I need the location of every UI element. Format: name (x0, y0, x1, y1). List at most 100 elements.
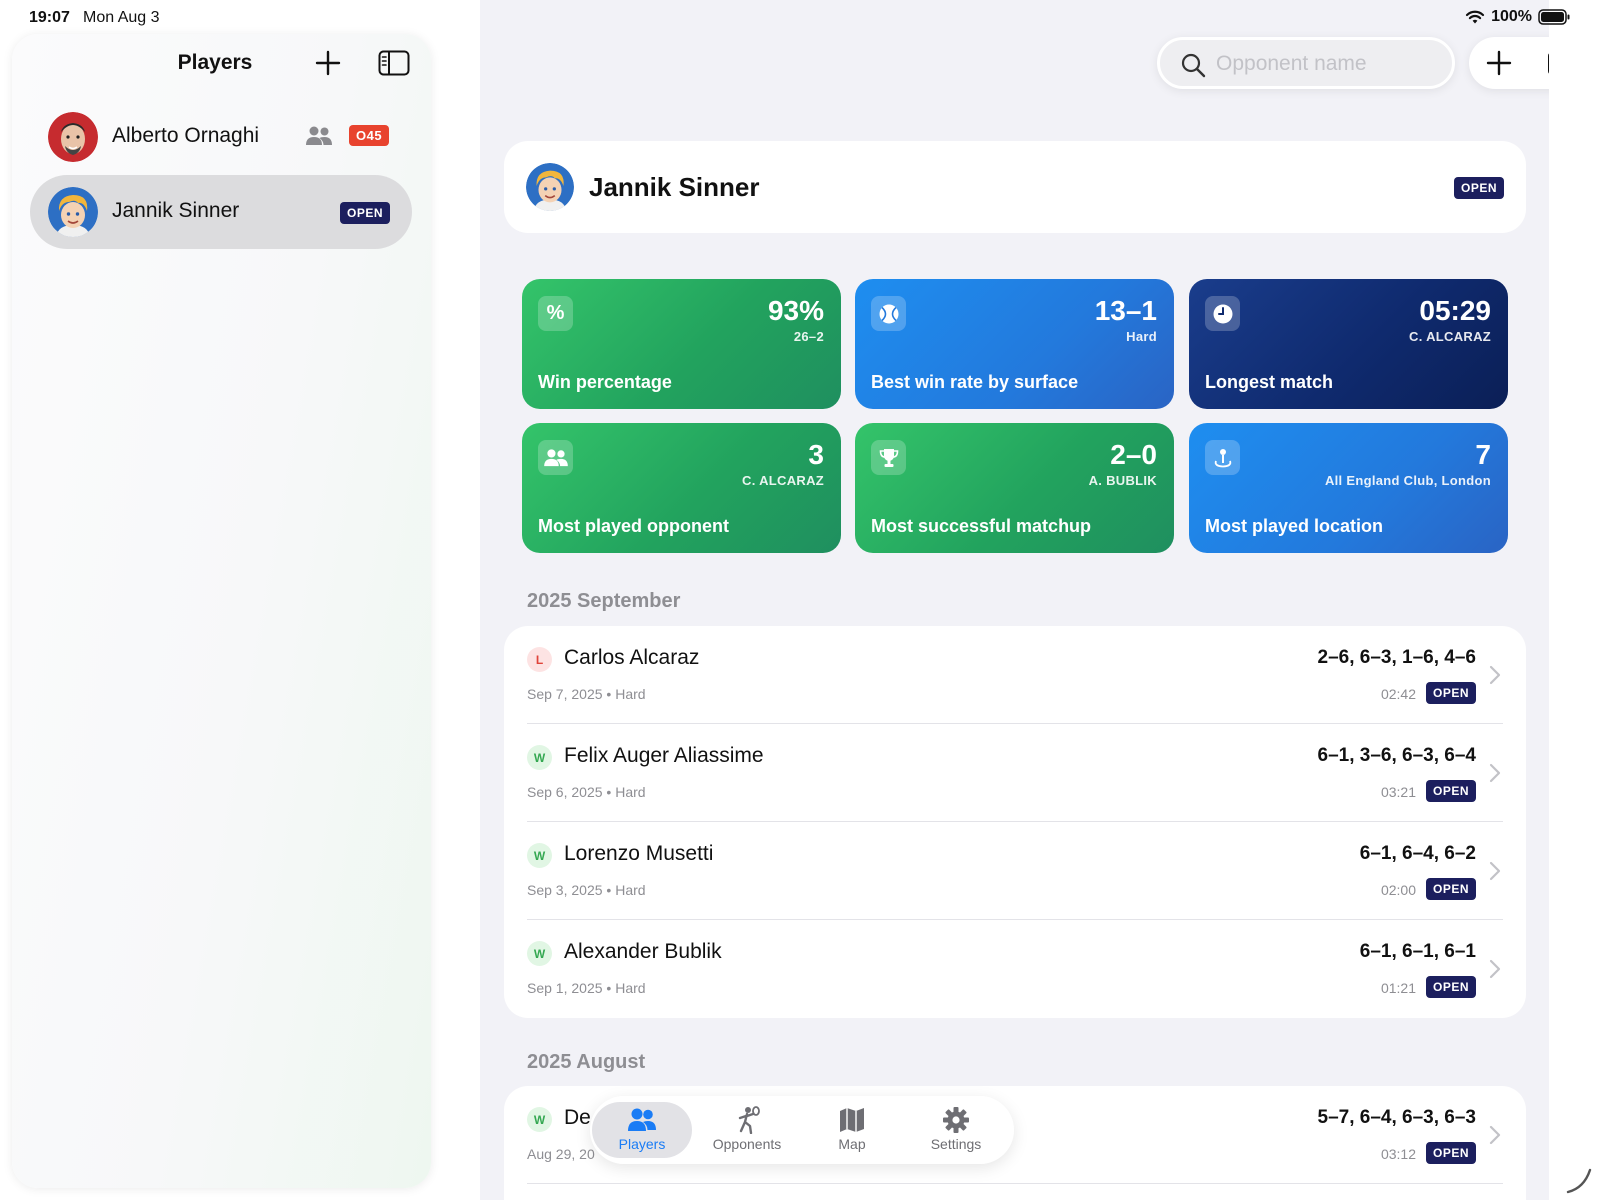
status-right: 100% (1465, 8, 1570, 26)
result-badge: L (527, 647, 552, 672)
match-opponent: Lorenzo Musetti (564, 842, 714, 865)
avatar-alberto (48, 112, 98, 162)
match-duration: 01:21 (1380, 980, 1416, 996)
match-row[interactable]: W Felix Auger Aliassime Sep 6, 2025 • Ha… (504, 724, 1526, 822)
chevron-right-icon (1489, 1125, 1501, 1145)
stat-value: 13–1 (1094, 295, 1157, 326)
match-meta: Sep 7, 2025 • Hard (527, 686, 646, 702)
category-badge: OPEN (340, 202, 391, 224)
tab-players[interactable]: Players (592, 1102, 692, 1158)
stat-label: Most played location (1205, 516, 1384, 536)
match-row[interactable]: W Lorenzo Musetti Sep 3, 2025 • Hard 6–1… (504, 822, 1526, 920)
tennis-player-icon (738, 1106, 760, 1134)
tab-label: Opponents (712, 1136, 782, 1152)
match-date: Sep 3, 2025 (527, 882, 603, 898)
match-duration: 02:42 (1380, 686, 1416, 702)
match-meta: Sep 3, 2025 • Hard (527, 882, 646, 898)
people-icon (538, 440, 573, 475)
tab-label: Settings (930, 1136, 982, 1152)
match-score: 6–1, 6–4, 6–2 (1359, 843, 1476, 864)
avatar-jannik (526, 163, 574, 211)
category-badge: O45 (349, 125, 390, 146)
status-bar: 19:07 Mon Aug 3 100% (0, 0, 1600, 36)
avatar-jannik (48, 187, 98, 237)
stat-label: Most played opponent (538, 516, 729, 536)
match-date: Sep 1, 2025 (527, 980, 603, 996)
match-surface: Hard (615, 784, 646, 800)
stat-label: Most successful matchup (871, 516, 1092, 536)
search-bar (1157, 37, 1455, 89)
sidebar-toggle-icon[interactable] (378, 50, 410, 76)
result-badge: W (527, 1107, 552, 1132)
stat-sub: 26–2 (793, 329, 824, 344)
stat-sub: All England Club, London (1324, 473, 1491, 488)
tab-map[interactable]: Map (802, 1102, 902, 1158)
stat-sub: A. BUBLIK (1088, 473, 1157, 488)
stat-card-best-surface[interactable]: 13–1 Hard Best win rate by surface (855, 279, 1174, 409)
category-badge: OPEN (1425, 878, 1476, 900)
trophy-icon (871, 440, 906, 475)
player-name: Alberto Ornaghi (112, 124, 260, 147)
status-date: Mon Aug 3 (83, 9, 160, 26)
chevron-right-icon (1489, 861, 1501, 881)
stat-value: 2–0 (1110, 439, 1157, 470)
add-player-icon[interactable] (313, 48, 343, 78)
add-match-icon[interactable] (1485, 49, 1513, 77)
match-duration: 03:21 (1380, 784, 1416, 800)
match-opponent: Felix Auger Aliassime (564, 744, 764, 767)
match-duration: 03:12 (1380, 1146, 1416, 1162)
match-row[interactable]: W Alexander Bublik Sep 1, 2025 • Hard 6–… (504, 920, 1526, 1018)
search-input[interactable] (1216, 51, 1436, 77)
sidebar-title: Players (177, 51, 253, 74)
percent-icon: % (538, 296, 573, 331)
battery-percent: 100% (1491, 8, 1532, 25)
match-list-september: L Carlos Alcaraz Sep 7, 2025 • Hard 2–6,… (504, 626, 1526, 1018)
resize-handle-icon[interactable] (1564, 1166, 1592, 1194)
match-opponent: De (564, 1106, 591, 1129)
player-header-card: Jannik Sinner OPEN (504, 141, 1526, 233)
match-date: Aug 29, 20 (527, 1146, 595, 1162)
battery-icon (1538, 9, 1570, 25)
stat-label: Best win rate by surface (871, 372, 1079, 392)
player-name: Jannik Sinner (112, 199, 240, 222)
match-meta: Sep 1, 2025 • Hard (527, 980, 646, 996)
sidebar-item-jannik-sinner[interactable]: Jannik Sinner OPEN (30, 175, 412, 249)
status-time: 19:07 (29, 9, 70, 26)
tab-settings[interactable]: Settings (906, 1102, 1006, 1158)
match-meta: Sep 6, 2025 • Hard (527, 784, 646, 800)
stat-value: 93% (767, 295, 824, 326)
stat-value: 7 (1475, 439, 1491, 470)
stat-sub: Hard (1126, 329, 1157, 344)
tab-bar: Players Opponents Map Settings (590, 1096, 1014, 1164)
player-title: Jannik Sinner (589, 172, 760, 202)
tab-opponents[interactable]: Opponents (697, 1102, 797, 1158)
chevron-right-icon (1489, 665, 1501, 685)
category-badge: OPEN (1453, 177, 1504, 199)
match-score: 2–6, 6–3, 1–6, 4–6 (1317, 647, 1476, 668)
chevron-right-icon (1489, 959, 1501, 979)
match-date: Sep 6, 2025 (527, 784, 603, 800)
match-score: 5–7, 6–4, 6–3, 6–3 (1317, 1107, 1476, 1128)
stat-card-longest-match[interactable]: 05:29 C. ALCARAZ Longest match (1189, 279, 1508, 409)
stat-card-most-played-location[interactable]: 7 All England Club, London Most played l… (1189, 423, 1508, 553)
wifi-icon (1465, 10, 1485, 24)
category-badge: OPEN (1425, 976, 1476, 998)
stat-card-most-played-opponent[interactable]: 3 C. ALCARAZ Most played opponent (522, 423, 841, 553)
tab-label: Map (838, 1136, 866, 1152)
gear-icon (943, 1107, 969, 1133)
section-title: 2025 August (527, 1051, 646, 1073)
match-score: 6–1, 3–6, 6–3, 6–4 (1317, 745, 1476, 766)
tab-label: Players (618, 1136, 666, 1152)
match-surface: Hard (615, 980, 646, 996)
match-duration: 02:00 (1380, 882, 1416, 898)
stat-value: 05:29 (1419, 295, 1491, 326)
sidebar-item-alberto-ornaghi[interactable]: Alberto Ornaghi O45 (30, 100, 412, 174)
match-surface: Hard (615, 882, 646, 898)
chevron-right-icon (1489, 763, 1501, 783)
match-surface: Hard (615, 686, 646, 702)
match-row[interactable]: L Carlos Alcaraz Sep 7, 2025 • Hard 2–6,… (504, 626, 1526, 724)
stat-value: 3 (808, 439, 824, 470)
stat-card-most-successful-matchup[interactable]: 2–0 A. BUBLIK Most successful matchup (855, 423, 1174, 553)
stat-card-win-percentage[interactable]: % 93% 26–2 Win percentage (522, 279, 841, 409)
map-icon (840, 1108, 864, 1132)
